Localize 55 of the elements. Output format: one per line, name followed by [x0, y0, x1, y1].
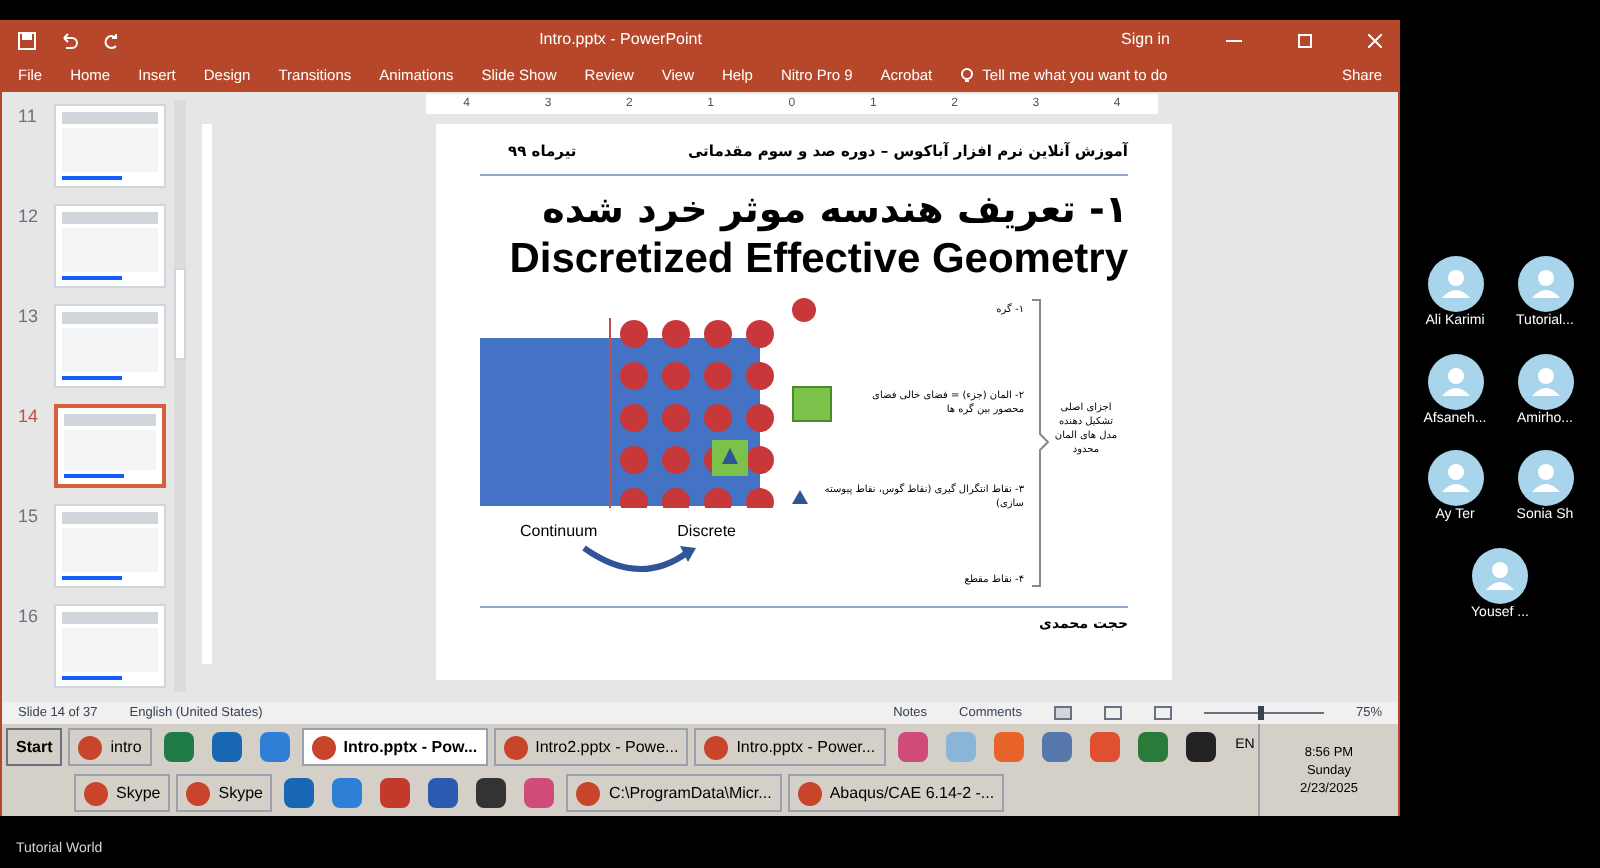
reading-view-icon[interactable]: [1153, 706, 1172, 720]
taskbar-window-button[interactable]: Intro.pptx - Power...: [694, 728, 886, 766]
slide-title: ۱- تعریف هندسه موثر خرد شده: [540, 186, 1128, 235]
continuum-label: Continuum: [519, 520, 598, 545]
taskbar-window-button[interactable]: Skype: [74, 774, 171, 812]
taskbar-window-button[interactable]: intro: [68, 728, 152, 766]
sign-in-link[interactable]: Sign in: [1121, 28, 1170, 52]
slide-number: 14: [18, 404, 41, 430]
avatar-icon: [1427, 256, 1483, 312]
close-icon[interactable]: [1368, 33, 1382, 47]
triangle-icon: [792, 490, 808, 505]
square-icon: [792, 385, 832, 422]
app-icon: [576, 781, 601, 805]
redo-icon[interactable]: [102, 31, 120, 49]
avatar-icon: [1472, 547, 1528, 603]
app-icon[interactable]: [1185, 732, 1216, 762]
undo-icon[interactable]: [60, 31, 78, 49]
slide-number: 13: [18, 304, 41, 330]
taskbar-window-button[interactable]: Abaqus/CAE 6.14-2 -...: [787, 774, 1005, 812]
taskbar-window-button[interactable]: Intro2.pptx - Powe...: [493, 728, 689, 766]
taskbar-window-button[interactable]: C:\ProgramData\Micr...: [566, 774, 782, 812]
app-icon: [78, 735, 103, 759]
start-button[interactable]: Start: [6, 728, 63, 766]
slide-number: 11: [18, 104, 39, 130]
minimize-icon[interactable]: [1226, 39, 1242, 41]
brace-icon: [1030, 298, 1050, 589]
slide-thumbnail[interactable]: [54, 404, 166, 488]
slide-sorter-icon[interactable]: [1103, 706, 1122, 720]
normal-view-icon[interactable]: [1053, 706, 1072, 720]
curved-arrow-icon: [580, 544, 700, 577]
window-title: Intro.pptx - PowerPoint: [537, 28, 704, 52]
scrollbar[interactable]: [174, 100, 186, 692]
taskbar-window-button[interactable]: Skype: [176, 774, 273, 812]
zoom-thumb[interactable]: [1257, 706, 1264, 720]
app-icon: [186, 781, 211, 805]
avatar-icon: [1427, 353, 1483, 409]
app-icon[interactable]: [476, 778, 507, 808]
save-icon[interactable]: [18, 31, 36, 49]
slide-number: 15: [18, 504, 41, 530]
app-icon: [704, 735, 729, 759]
avatar-icon: [1517, 256, 1573, 312]
discrete-label: Discrete: [677, 520, 736, 545]
app-icon: [311, 735, 336, 759]
app-icon: [84, 781, 108, 805]
maximize-icon[interactable]: [1298, 33, 1312, 47]
avatar-icon: [1427, 450, 1483, 506]
avatar-icon: [1517, 353, 1573, 409]
app-icon: [797, 781, 822, 805]
lightbulb-icon: [960, 68, 975, 84]
slide-number: 12: [18, 204, 41, 230]
avatar-icon: [1517, 450, 1573, 506]
app-icon: [503, 735, 528, 759]
taskbar-window-button[interactable]: Intro.pptx - Pow...: [301, 728, 488, 766]
slide-number: 16: [18, 604, 41, 630]
slide-subtitle: Discretized Effective Geometry: [507, 234, 1128, 287]
